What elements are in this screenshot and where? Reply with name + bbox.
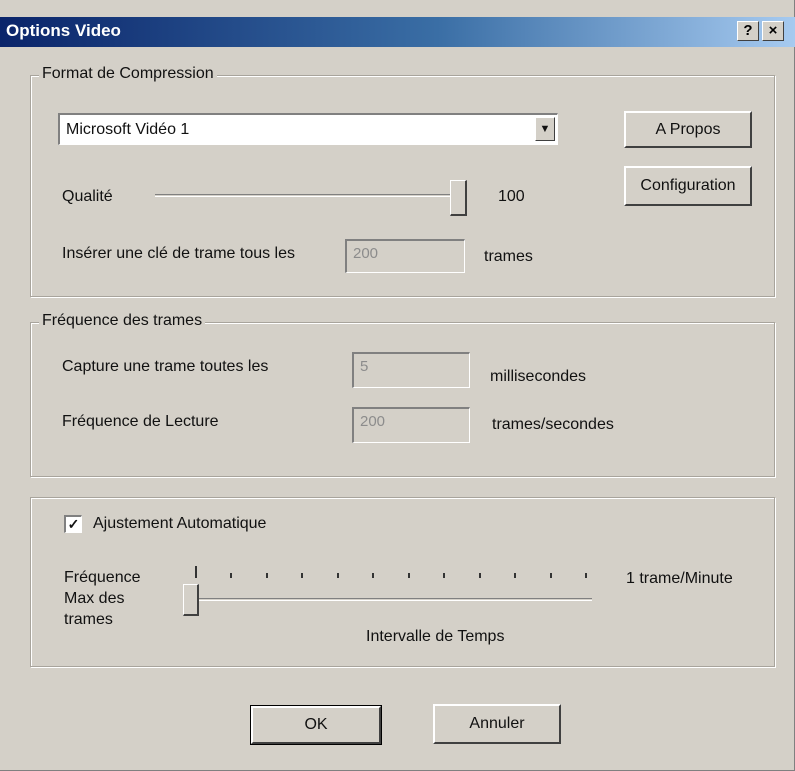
- close-button[interactable]: ×: [762, 21, 784, 41]
- capture-unit: millisecondes: [490, 368, 587, 385]
- compression-group-label: Format de Compression: [39, 65, 217, 83]
- framerate-group-label: Fréquence des trames: [39, 312, 206, 330]
- slider-tick: [230, 573, 233, 578]
- quality-slider-thumb[interactable]: [450, 180, 467, 216]
- quality-label: Qualité: [62, 188, 113, 205]
- playback-label: Fréquence de Lecture: [62, 413, 219, 430]
- dropdown-button[interactable]: ▼: [535, 117, 555, 141]
- slider-tick: [478, 573, 481, 578]
- max-frequency-label-line2: Max des: [64, 590, 125, 607]
- keyframe-input[interactable]: 200: [345, 239, 465, 273]
- cancel-button[interactable]: Annuler: [433, 704, 561, 744]
- slider-tick: [443, 573, 446, 578]
- interval-slider-track[interactable]: [190, 598, 592, 601]
- slider-tick: [407, 573, 410, 578]
- slider-caption: Intervalle de Temps: [366, 628, 505, 645]
- playback-rate-input[interactable]: 200: [352, 407, 470, 443]
- capture-label: Capture une trame toutes les: [62, 358, 269, 375]
- max-frequency-label-line3: trames: [64, 611, 113, 628]
- interval-slider-thumb[interactable]: [183, 584, 199, 616]
- max-frequency-label-line1: Fréquence: [64, 569, 141, 586]
- slider-tick: [265, 573, 268, 578]
- slider-tick: [514, 573, 517, 578]
- slider-tick: [336, 573, 339, 578]
- window-title: Options Video: [6, 21, 121, 40]
- help-icon: ?: [743, 22, 753, 39]
- options-video-dialog: Options Video ? × Format de Compression …: [0, 0, 795, 771]
- ok-button[interactable]: OK: [250, 705, 382, 745]
- configuration-button[interactable]: Configuration: [624, 166, 752, 206]
- checkmark-icon: ✓: [67, 516, 80, 532]
- keyframe-label: Insérer une clé de trame tous les: [62, 245, 296, 262]
- title-bar[interactable]: Options Video ? ×: [0, 17, 795, 47]
- slider-tick: [301, 573, 304, 578]
- chevron-down-icon: ▼: [539, 123, 551, 135]
- slider-tick: [195, 566, 197, 578]
- framerate-group: Fréquence des trames: [30, 312, 775, 477]
- auto-adjust-checkbox[interactable]: ✓: [64, 515, 82, 533]
- auto-adjust-label: Ajustement Automatique: [93, 515, 267, 532]
- slider-end-label: 1 trame/Minute: [626, 570, 733, 587]
- keyframe-unit: trames: [484, 248, 533, 265]
- close-icon: ×: [768, 22, 778, 39]
- help-button[interactable]: ?: [737, 21, 759, 41]
- slider-tick: [549, 573, 552, 578]
- quality-value: 100: [498, 188, 525, 205]
- about-button[interactable]: A Propos: [624, 111, 752, 148]
- capture-interval-input[interactable]: 5: [352, 352, 470, 388]
- playback-unit: trames/secondes: [492, 416, 614, 433]
- slider-tick: [372, 573, 375, 578]
- codec-selected-value: Microsoft Vidéo 1: [66, 121, 190, 138]
- codec-select[interactable]: Microsoft Vidéo 1 ▼: [58, 113, 558, 145]
- slider-tick: [585, 573, 587, 578]
- quality-slider-track[interactable]: [155, 194, 467, 197]
